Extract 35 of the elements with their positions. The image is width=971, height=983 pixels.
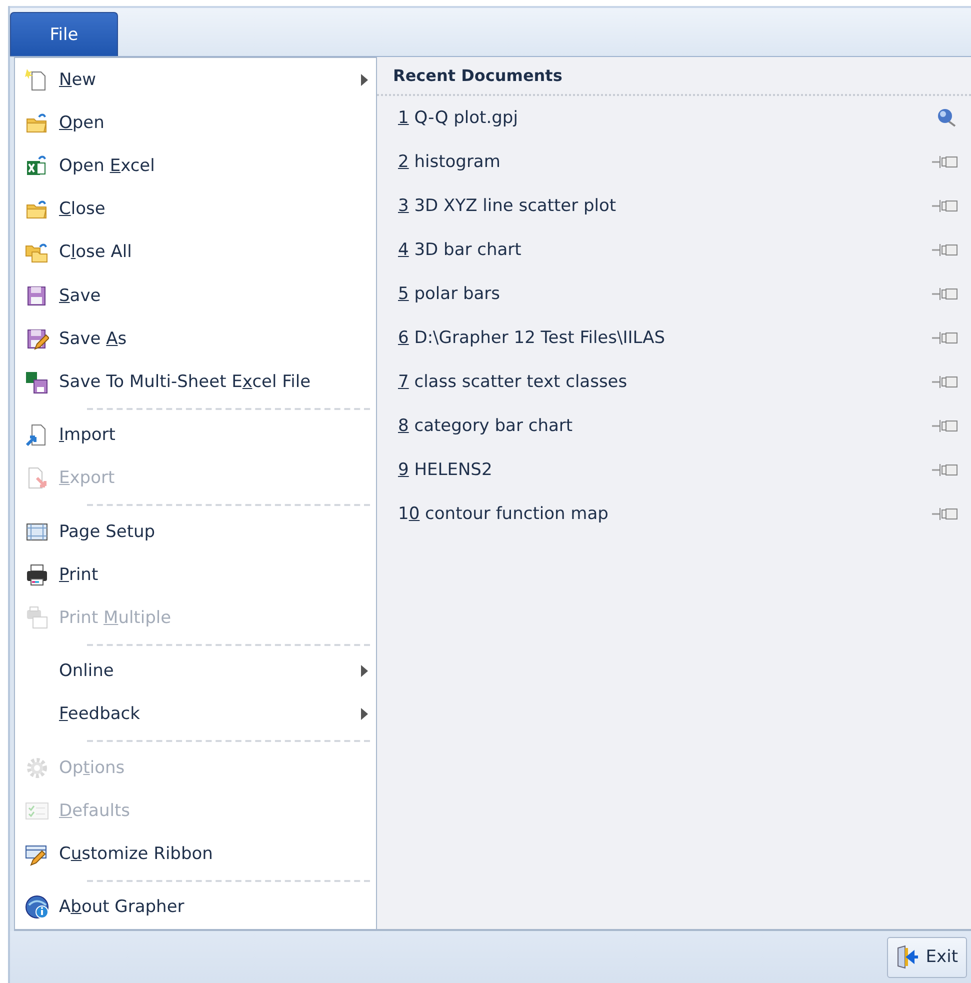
exit-button[interactable]: Exit (886, 936, 967, 978)
recent-document-link[interactable]: 9 HELENS2 (398, 460, 492, 480)
gear-icon (25, 756, 49, 780)
recent-document-link[interactable]: 6 D:\Grapher 12 Test Files\IILAS (398, 328, 666, 348)
recent-document-link[interactable]: 7 class scatter text classes (398, 372, 628, 392)
menu-item[interactable]: Open Excel (15, 144, 376, 188)
recent-document-link[interactable]: 2 histogram (398, 152, 500, 172)
recent-document-link[interactable]: 3 3D XYZ line scatter plot (398, 196, 616, 216)
file-tab[interactable]: File (10, 12, 118, 56)
menu-item[interactable]: Save As (15, 317, 376, 360)
spreadsheet-save-icon (25, 370, 49, 394)
menu-item[interactable]: Customize Ribbon (15, 832, 376, 876)
save-as-icon (25, 326, 49, 351)
section-heading: Recent Documents (392, 65, 564, 87)
menu-item[interactable]: Online (15, 650, 376, 693)
menu-item[interactable]: Close (15, 188, 376, 231)
menu-item[interactable]: Save To Multi-Sheet Excel File (15, 360, 376, 404)
menu-item[interactable]: Feedback (15, 692, 376, 736)
menu-item[interactable]: Page Setup (15, 510, 376, 554)
printer-icon (25, 562, 49, 587)
menu-item[interactable]: Open (15, 101, 376, 144)
door-exit-icon (896, 945, 920, 969)
recent-document-link[interactable]: 5 polar bars (398, 284, 500, 304)
printers-icon (25, 606, 49, 630)
menu-item[interactable]: Close All (15, 230, 376, 274)
menu-item[interactable]: Save (15, 274, 376, 318)
recent-document-link[interactable]: 4 3D bar chart (398, 240, 522, 260)
recent-document-link[interactable]: 10 contour function map (398, 504, 608, 524)
menu-item[interactable]: New (15, 58, 376, 102)
recent-document-link[interactable]: 1 Q-Q plot.gpj (398, 108, 518, 128)
menu-item[interactable]: About Grapher (15, 886, 376, 929)
menu-item[interactable]: Print (15, 553, 376, 596)
recent-document-link[interactable]: 8 category bar chart (398, 416, 573, 436)
menu-item[interactable]: Import (15, 414, 376, 457)
globe-info-icon (25, 895, 49, 920)
